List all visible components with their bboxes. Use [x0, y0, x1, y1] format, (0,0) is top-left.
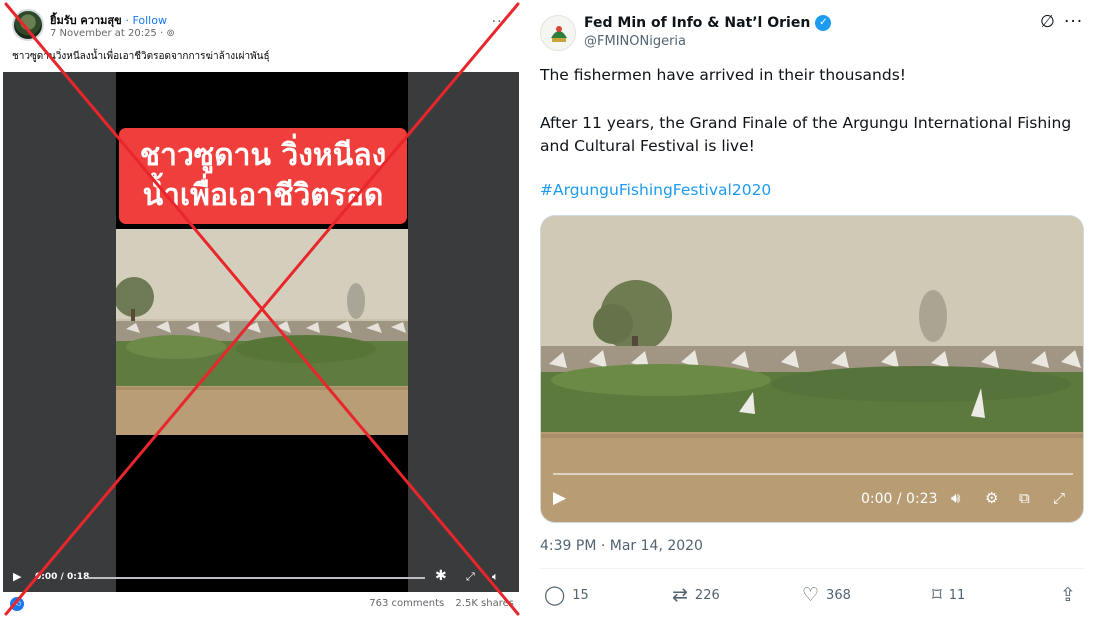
video-scene-image: [116, 229, 408, 435]
globe-icon: ⊚: [166, 28, 175, 39]
video-time: 0:00 / 0:23: [861, 491, 938, 507]
author-name[interactable]: ยิ้มรับ ความสุข: [50, 14, 122, 27]
video-controls: ▶ 0:00 / 0:18 ✱ ⤢ 🔈︎: [3, 567, 519, 592]
action-bar: ◯ 15 ⇄ 226 ♡ 368 ⌑ 11 ⇪: [540, 585, 1085, 609]
author-avatar[interactable]: [12, 9, 44, 41]
video-scene-image: [541, 216, 1083, 522]
heart-icon: ♡: [802, 584, 820, 606]
banner-line-1: ชาวซูดาน วิ่งหนีลง: [139, 138, 387, 173]
like-button[interactable]: ♡ 368: [802, 585, 851, 605]
facebook-post: ยิ้มรับ ความสุข · Follow 7 November at 2…: [0, 0, 522, 619]
settings-icon[interactable]: ✱: [435, 568, 447, 584]
twitter-post: Fed Min of Info & Nat’l Orien ✓ @FMINONi…: [522, 0, 1100, 619]
shares-count[interactable]: 2.5K shares: [455, 598, 514, 609]
display-name-text[interactable]: Fed Min of Info & Nat’l Orien: [584, 15, 810, 31]
verified-badge-icon: ✓: [815, 15, 832, 31]
video-progress-bar[interactable]: [87, 577, 425, 579]
follow-link[interactable]: · Follow: [125, 14, 167, 27]
bookmark-button[interactable]: ⌑ 11: [932, 585, 965, 605]
banner-line-2: น้ำเพื่อเอาชีวิตรอด: [142, 178, 384, 213]
fullscreen-icon[interactable]: ⤢: [1053, 489, 1065, 507]
post-caption: ชาวซูดานวิ่งหนีลงน้ำเพื่อเอาชีวิตรอดจากก…: [12, 51, 270, 62]
post-text-line-1: The fishermen have arrived in their thou…: [540, 66, 906, 84]
account-avatar[interactable]: [540, 15, 576, 51]
more-options-icon[interactable]: ···: [1064, 12, 1083, 32]
fullscreen-icon[interactable]: ⤢: [466, 570, 475, 584]
picture-in-picture-icon[interactable]: ⧉: [1019, 489, 1030, 507]
video-player[interactable]: ▶ 0:00 / 0:23 🔊︎ ⚙ ⧉ ⤢: [540, 215, 1084, 523]
post-author[interactable]: ยิ้มรับ ความสุข · Follow: [50, 11, 167, 29]
play-icon[interactable]: ▶: [13, 570, 21, 583]
hashtag-link[interactable]: #ArgunguFishingFestival2020: [540, 181, 771, 199]
divider: [540, 568, 1085, 569]
share-icon: ⇪: [1060, 584, 1076, 606]
reply-count: 15: [572, 587, 589, 603]
settings-icon[interactable]: ⚙: [985, 489, 998, 507]
repost-count: 226: [694, 587, 720, 603]
video-headline-banner: ชาวซูดาน วิ่งหนีลง น้ำเพื่อเอาชีวิตรอด: [119, 128, 407, 224]
post-timestamp[interactable]: 7 November at 20:25 ·: [50, 28, 166, 39]
reply-button[interactable]: ◯ 15: [544, 585, 589, 605]
bookmark-icon: ⌑: [932, 584, 942, 606]
comments-count[interactable]: 763 comments: [369, 598, 444, 609]
repost-icon: ⇄: [672, 584, 688, 606]
like-reaction-icon[interactable]: 👍︎: [10, 597, 24, 611]
repost-button[interactable]: ⇄ 226: [672, 585, 720, 605]
video-progress-bar[interactable]: [553, 473, 1073, 475]
more-options-icon[interactable]: ···: [492, 14, 508, 30]
post-timestamp[interactable]: 4:39 PM · Mar 14, 2020: [540, 538, 703, 554]
reply-icon: ◯: [544, 584, 566, 606]
post-meta: 7 November at 20:25 · ⊚: [50, 28, 175, 39]
share-button[interactable]: ⇪: [1060, 585, 1076, 605]
account-handle[interactable]: @FMINONigeria: [584, 34, 686, 49]
volume-icon[interactable]: 🔊︎: [951, 489, 960, 507]
video-frame: ชาวซูดาน วิ่งหนีลง น้ำเพื่อเอาชีวิตรอด: [116, 72, 408, 592]
display-name[interactable]: Fed Min of Info & Nat’l Orien ✓: [584, 15, 832, 31]
like-count: 368: [826, 587, 851, 603]
volume-icon[interactable]: 🔈︎: [492, 570, 499, 584]
video-time: 0:00 / 0:18: [35, 572, 90, 582]
post-text-line-2: After 11 years, the Grand Finale of the …: [540, 114, 1072, 155]
video-player[interactable]: ชาวซูดาน วิ่งหนีลง น้ำเพื่อเอาชีวิตรอด ▶…: [3, 72, 519, 592]
bookmark-count: 11: [948, 587, 966, 603]
engagement-stats: 763 comments 2.5K shares: [369, 598, 514, 609]
grok-icon[interactable]: ∅: [1040, 12, 1055, 32]
play-icon[interactable]: ▶: [553, 488, 566, 508]
